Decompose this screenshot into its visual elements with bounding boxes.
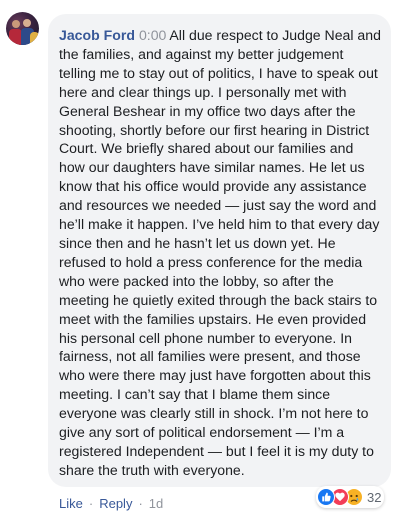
avatar[interactable]	[6, 12, 39, 45]
reply-button[interactable]: Reply	[99, 496, 132, 511]
separator: ·	[88, 496, 94, 511]
comment-actions: Like · Reply · 1d	[59, 496, 163, 511]
author-name[interactable]: Jacob Ford	[59, 27, 135, 43]
reaction-count: 32	[367, 489, 382, 505]
like-icon	[317, 488, 335, 506]
like-button[interactable]: Like	[59, 496, 83, 511]
comment-text: All due respect to Judge Neal and the fa…	[59, 27, 381, 478]
comment-age[interactable]: 1d	[149, 496, 163, 511]
comment-body: Jacob Ford 0:00 All due respect to Judge N…	[59, 26, 381, 480]
comment-bubble: Jacob Ford 0:00 All due respect to Judge N…	[48, 14, 391, 487]
reactions-summary[interactable]: 32	[316, 486, 385, 508]
comment-timestamp[interactable]: 0:00	[139, 27, 166, 43]
separator: ·	[138, 496, 143, 511]
